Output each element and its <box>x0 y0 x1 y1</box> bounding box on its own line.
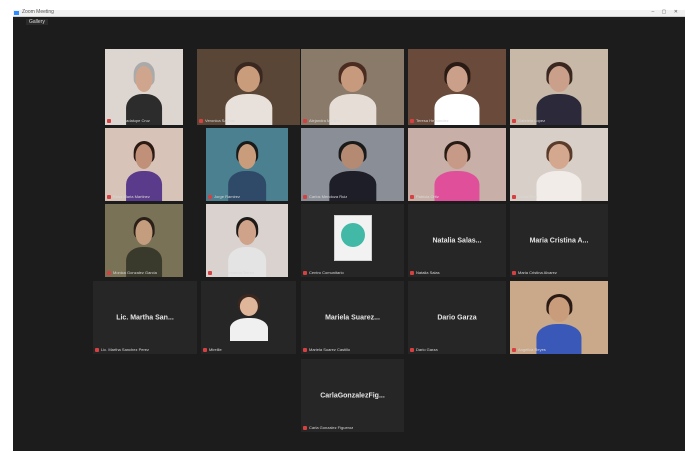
participant-tile[interactable]: Teresa Hernandez <box>408 49 506 125</box>
participant-tile[interactable]: Mariela Suarez... Mariela Suarez Castillo <box>301 281 404 354</box>
participant-tile[interactable]: Dario Garza Dario Garza <box>408 281 506 354</box>
logo-circle-icon <box>340 223 365 248</box>
participant-tile[interactable]: Natalia Salas... Natalia Salas <box>408 204 506 277</box>
muted-mic-icon <box>303 118 307 123</box>
muted-mic-icon <box>95 347 99 352</box>
participant-name-caption: Maria Cristina Alvarez <box>512 269 606 276</box>
participant-name: Gabriela Lopez <box>518 118 546 123</box>
muted-mic-icon <box>512 270 516 275</box>
participant-name: Carlos Mendoza Ruiz <box>309 194 348 199</box>
muted-mic-icon <box>107 118 111 123</box>
muted-mic-icon <box>303 347 307 352</box>
participant-name: Teresa Hernandez <box>416 118 449 123</box>
organization-logo <box>333 214 372 261</box>
participant-name: Natalia Salas <box>416 270 440 275</box>
participant-name-caption: Alejandra Medina <box>303 117 402 124</box>
window-titlebar: Zoom Meeting – ▢ ✕ <box>13 9 685 17</box>
participant-name-caption: Carlos Mendoza Ruiz <box>303 193 402 200</box>
participant-name-caption: Dario Garza <box>410 346 504 353</box>
participant-tile[interactable]: Maria Cristina A... Maria Cristina Alvare… <box>510 204 608 277</box>
participant-name: Carla Gonzalez Figueroa <box>309 425 354 430</box>
participant-tile[interactable]: Lucia Fernanda Torres <box>206 204 288 277</box>
participant-name: Laura Rios <box>518 194 538 199</box>
participant-tile[interactable]: Alejandra Medina <box>301 49 404 125</box>
muted-mic-icon <box>199 118 203 123</box>
participant-display-name: Natalia Salas... <box>432 237 482 244</box>
participant-video-silhouette <box>229 294 268 341</box>
participant-name-caption: Patricia Ortiz <box>410 193 504 200</box>
window-title: Zoom Meeting <box>22 9 54 15</box>
participant-name-caption: Mireille <box>203 346 294 353</box>
participant-name: Patricia Ortiz <box>416 194 439 199</box>
participant-name: Centro Comunitario <box>309 270 344 275</box>
muted-mic-icon <box>512 347 516 352</box>
participant-name-caption: Natalia Salas <box>410 269 504 276</box>
participant-name-caption: Teresa Hernandez <box>410 117 504 124</box>
participant-tile[interactable]: CarlaGonzalezFig... Carla Gonzalez Figuer… <box>301 359 404 432</box>
muted-mic-icon <box>303 425 307 430</box>
participant-name-caption: Laura Rios <box>512 193 606 200</box>
muted-mic-icon <box>203 347 207 352</box>
muted-mic-icon <box>208 194 212 199</box>
participant-tile[interactable]: Patricia Ortiz <box>408 128 506 201</box>
participant-tile[interactable]: Mireille <box>201 281 296 354</box>
participant-name-caption: Ma. Guadalupe Cruz <box>107 117 181 124</box>
participant-tile[interactable]: Rosa Maria Martinez <box>105 128 183 201</box>
participant-display-name: Maria Cristina A... <box>529 237 589 244</box>
muted-mic-icon <box>512 118 516 123</box>
participant-name: Alejandra Medina <box>309 118 341 123</box>
participant-name-caption: Angelica Reyes <box>512 346 606 353</box>
muted-mic-icon <box>410 270 414 275</box>
participant-tile[interactable]: Carlos Mendoza Ruiz <box>301 128 404 201</box>
participant-name-caption: Jorge Ramirez <box>208 193 286 200</box>
participant-name-caption: Veronica Salinas <box>199 117 298 124</box>
muted-mic-icon <box>410 347 414 352</box>
participant-tile[interactable]: Monica Gonzalez Garcia <box>105 204 183 277</box>
participant-tile[interactable]: Gabriela Lopez <box>510 49 608 125</box>
participant-name: Lic. Martha Sanchez Perez <box>101 347 150 352</box>
muted-mic-icon <box>107 270 111 275</box>
participant-tile[interactable]: Centro Comunitario <box>301 204 404 277</box>
participant-display-name: Mariela Suarez... <box>325 314 380 321</box>
participant-tile[interactable]: Laura Rios <box>510 128 608 201</box>
muted-mic-icon <box>512 194 516 199</box>
participant-name: Angelica Reyes <box>518 347 546 352</box>
participant-name: Monica Gonzalez Garcia <box>113 270 157 275</box>
muted-mic-icon <box>107 194 111 199</box>
participant-name: Ma. Guadalupe Cruz <box>113 118 150 123</box>
participant-name: Veronica Salinas <box>205 118 235 123</box>
participant-name-caption: Carla Gonzalez Figueroa <box>303 424 402 431</box>
muted-mic-icon <box>208 270 212 275</box>
participant-name: Mireille <box>209 347 222 352</box>
participant-name-caption: Lic. Martha Sanchez Perez <box>95 346 195 353</box>
participant-name: Mariela Suarez Castillo <box>309 347 351 352</box>
participant-display-name: CarlaGonzalezFig... <box>320 392 385 399</box>
participant-name-caption: Monica Gonzalez Garcia <box>107 269 181 276</box>
participant-name-caption: Gabriela Lopez <box>512 117 606 124</box>
muted-mic-icon <box>410 118 414 123</box>
window-controls[interactable]: – ▢ ✕ <box>652 9 681 15</box>
muted-mic-icon <box>410 194 414 199</box>
participant-tile[interactable]: Ma. Guadalupe Cruz <box>105 49 183 125</box>
muted-mic-icon <box>303 270 307 275</box>
participant-name: Dario Garza <box>416 347 438 352</box>
muted-mic-icon <box>303 194 307 199</box>
participant-name: Maria Cristina Alvarez <box>518 270 557 275</box>
participant-name: Lucia Fernanda Torres <box>214 270 254 275</box>
participant-tile[interactable]: Veronica Salinas <box>197 49 300 125</box>
participant-tile[interactable]: Angelica Reyes <box>510 281 608 354</box>
participant-name: Jorge Ramirez <box>214 194 241 199</box>
participant-tile[interactable]: Jorge Ramirez <box>206 128 288 201</box>
participant-name: Rosa Maria Martinez <box>113 194 150 199</box>
participant-name-caption: Centro Comunitario <box>303 269 402 276</box>
participant-name-caption: Lucia Fernanda Torres <box>208 269 286 276</box>
participant-tile[interactable]: Lic. Martha San... Lic. Martha Sanchez Pe… <box>93 281 197 354</box>
view-badge[interactable]: Gallery <box>26 19 48 25</box>
participant-display-name: Dario Garza <box>437 314 477 321</box>
participant-display-name: Lic. Martha San... <box>116 314 174 321</box>
participant-name-caption: Rosa Maria Martinez <box>107 193 181 200</box>
zoom-app-icon <box>14 11 19 15</box>
participant-name-caption: Mariela Suarez Castillo <box>303 346 402 353</box>
